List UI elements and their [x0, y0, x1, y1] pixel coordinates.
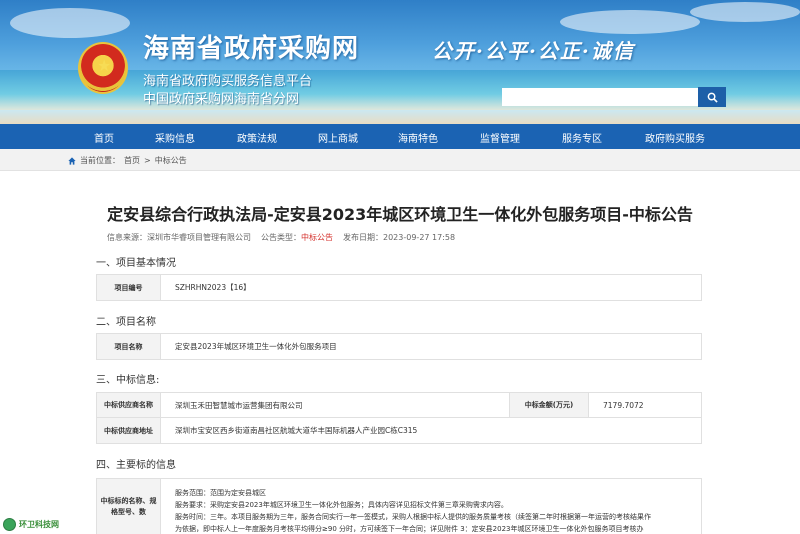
meta-date: 发布日期：2023-09-27 17:58 — [343, 232, 455, 243]
cloud — [690, 2, 800, 22]
search-input[interactable] — [502, 88, 698, 106]
meta-type: 公告类型：中标公告 — [261, 232, 333, 243]
table-row: 中标供应商地址 深圳市宝安区西乡街道南昌社区航城大道华丰国际机器人产业园C栋C3… — [97, 418, 701, 443]
nav-item-home[interactable]: 首页 — [94, 130, 114, 145]
nav-item-policy[interactable]: 政策法规 — [237, 130, 277, 145]
subject-line: 为依据，即中标人上一年度服务月考核平均得分≥90 分时，方可续签下一年合同；详见… — [175, 525, 644, 533]
breadcrumb-separator: > — [144, 156, 151, 165]
nav-item-supervision[interactable]: 监督管理 — [480, 130, 520, 145]
nav-item-service-zone[interactable]: 服务专区 — [562, 130, 602, 145]
subject-line: 服务范围：范围为定安县城区 — [175, 489, 266, 497]
section-heading-main-subject: 四、主要标的信息 — [96, 460, 176, 471]
nav-item-procurement-info[interactable]: 采购信息 — [155, 130, 195, 145]
section-heading-project-name: 二、项目名称 — [96, 317, 156, 328]
watermark-logo-icon — [3, 518, 16, 531]
supplier-address-label: 中标供应商地址 — [97, 418, 161, 443]
award-amount-value: 7179.7072 — [603, 400, 644, 410]
watermark: 环卫科技网 — [3, 518, 59, 531]
meta-date-value: 2023-09-27 17:58 — [383, 233, 456, 242]
project-number-value: SZHRHN2023【16】 — [175, 283, 251, 292]
main-subject-table: 中标标的名称、规格型号、数 服务范围：范围为定安县城区 服务要求：采购定安县20… — [96, 478, 702, 534]
breadcrumb-prefix: 当前位置： — [80, 156, 120, 165]
article-meta: 信息来源：深圳市华睿项目管理有限公司 公告类型：中标公告 发布日期：2023-0… — [107, 232, 455, 243]
supplier-name-value: 深圳玉禾田智慧城市运营集团有限公司 — [175, 400, 303, 410]
meta-source-label: 信息来源： — [107, 233, 147, 242]
table-row: 中标供应商名称 深圳玉禾田智慧城市运营集团有限公司 中标金额(万元) 7179.… — [97, 393, 701, 418]
site-motto: 公开·公平·公正·诚信 — [432, 39, 635, 63]
table-row: 项目编号 SZHRHN2023【16】 — [97, 275, 701, 300]
main-subject-label: 中标标的名称、规格型号、数 — [97, 479, 161, 534]
site-title[interactable]: 海南省政府采购网 — [143, 28, 359, 65]
main-subject-content: 服务范围：范围为定安县城区 服务要求：采购定安县2023年城区环境卫生一体化外包… — [161, 479, 701, 534]
meta-type-value: 中标公告 — [301, 233, 333, 242]
meta-type-label: 公告类型： — [261, 233, 301, 242]
supplier-name-label: 中标供应商名称 — [97, 393, 161, 417]
project-name-value: 定安县2023年城区环境卫生一体化外包服务项目 — [175, 342, 337, 351]
search-button[interactable] — [698, 87, 726, 107]
breadcrumb-home-link[interactable]: 首页 — [124, 155, 140, 166]
project-number-label: 项目编号 — [97, 275, 161, 300]
project-number-table: 项目编号 SZHRHN2023【16】 — [96, 274, 702, 301]
nav-item-hainan-feature[interactable]: 海南特色 — [398, 130, 438, 145]
subject-line: 服务要求：采购定安县2023年城区环境卫生一体化外包服务；具体内容详见招标文件第… — [175, 501, 508, 509]
article-title: 定安县综合行政执法局-定安县2023年城区环境卫生一体化外包服务项目-中标公告 — [107, 205, 693, 224]
main-nav: 首页 采购信息 政策法规 网上商城 海南特色 监督管理 服务专区 政府购买服务 — [0, 124, 800, 149]
search-icon — [707, 92, 718, 103]
breadcrumb-bar: 当前位置： 首页 > 中标公告 — [0, 149, 800, 171]
site-subtitle-1: 海南省政府购买服务信息平台 — [143, 74, 313, 89]
cloud — [10, 8, 130, 38]
watermark-text: 环卫科技网 — [19, 520, 59, 529]
national-emblem-icon: ★ — [78, 42, 128, 94]
breadcrumb-current[interactable]: 中标公告 — [155, 155, 187, 166]
project-name-table: 项目名称 定安县2023年城区环境卫生一体化外包服务项目 — [96, 333, 702, 360]
project-name-label: 项目名称 — [97, 334, 161, 359]
nav-item-online-mall[interactable]: 网上商城 — [318, 130, 358, 145]
award-info-table: 中标供应商名称 深圳玉禾田智慧城市运营集团有限公司 中标金额(万元) 7179.… — [96, 392, 702, 444]
meta-source: 信息来源：深圳市华睿项目管理有限公司 — [107, 232, 251, 243]
site-subtitle-2: 中国政府采购网海南省分网 — [143, 92, 300, 107]
nav-item-gov-purchase-service[interactable]: 政府购买服务 — [645, 130, 705, 145]
header-banner: ★ 海南省政府采购网 海南省政府购买服务信息平台 中国政府采购网海南省分网 公开… — [0, 0, 800, 124]
supplier-address-value: 深圳市宝安区西乡街道南昌社区航城大道华丰国际机器人产业园C栋C315 — [175, 426, 418, 435]
cloud — [560, 10, 700, 34]
section-heading-basic-info: 一、项目基本情况 — [96, 258, 176, 269]
home-icon — [68, 156, 76, 165]
table-row: 项目名称 定安县2023年城区环境卫生一体化外包服务项目 — [97, 334, 701, 359]
breadcrumb: 当前位置： 首页 > 中标公告 — [68, 155, 187, 166]
award-amount-label: 中标金额(万元) — [509, 393, 589, 417]
meta-source-value: 深圳市华睿项目管理有限公司 — [147, 233, 251, 242]
meta-date-label: 发布日期： — [343, 233, 383, 242]
section-heading-award-info: 三、中标信息: — [96, 375, 160, 386]
subject-line: 服务时间：三年。本项目服务期为三年，服务合同实行一年一签模式，采购人根据中标人提… — [175, 513, 651, 521]
